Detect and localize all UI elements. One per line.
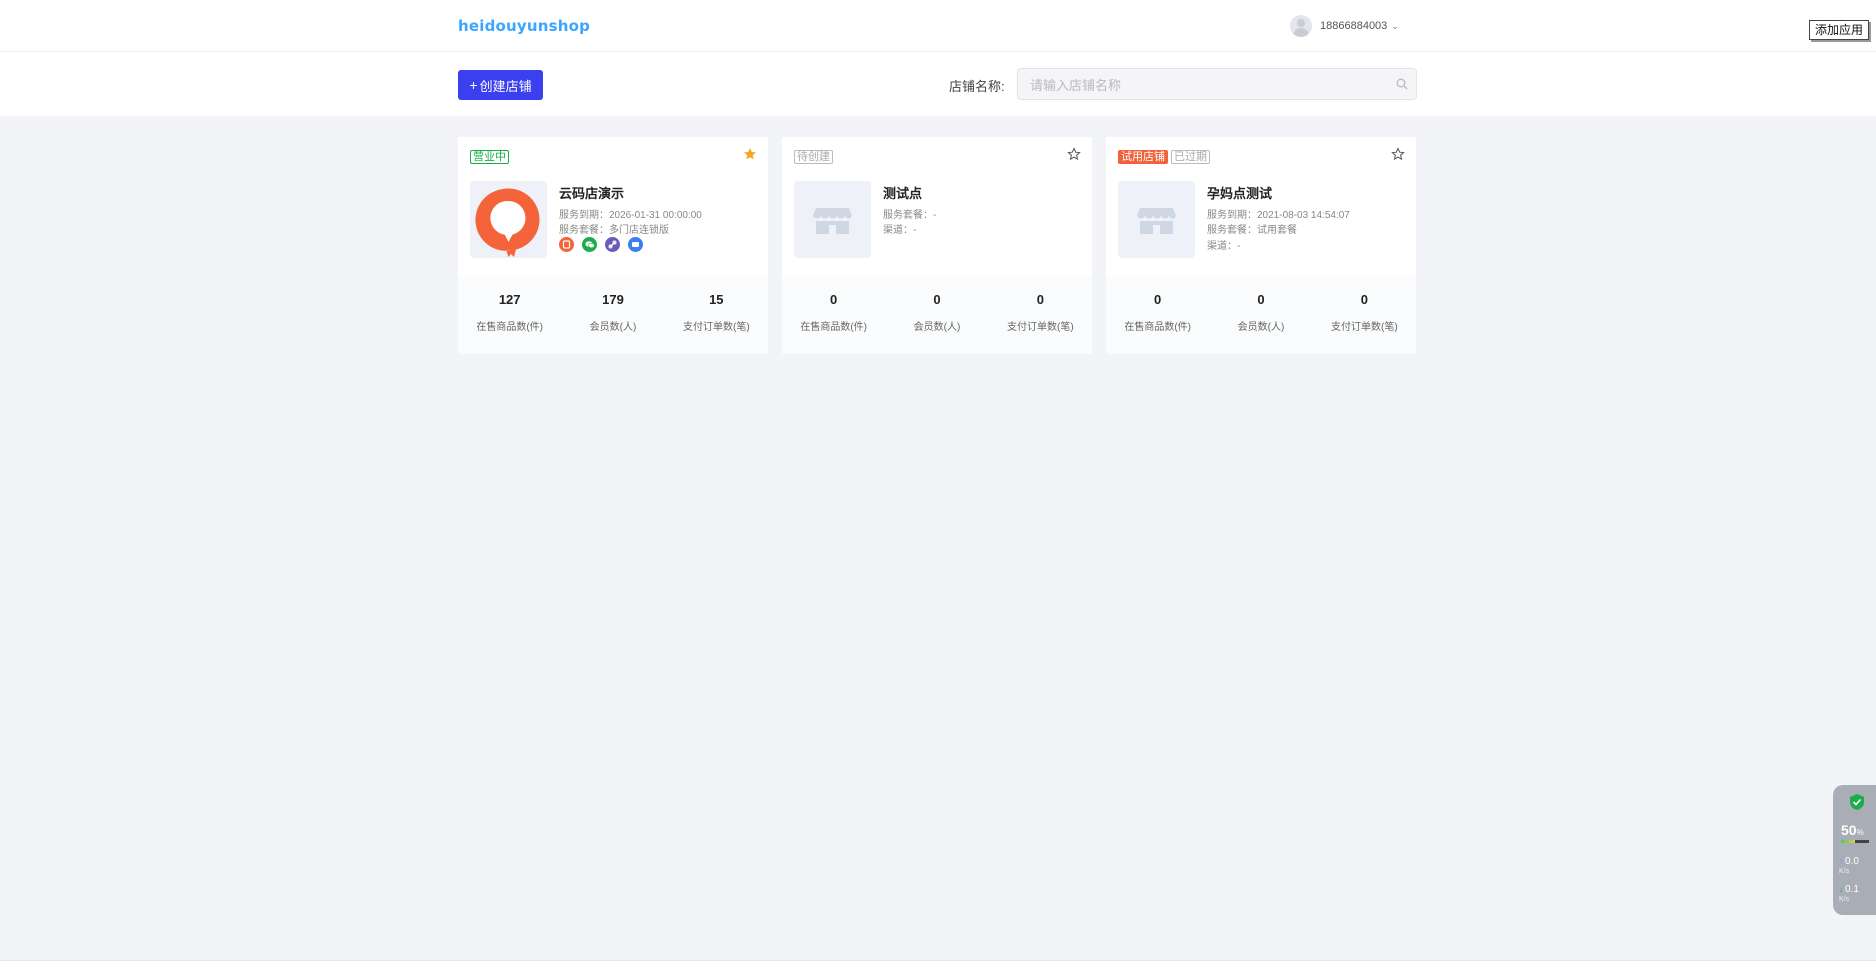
- wechat-icon: [582, 237, 597, 252]
- search-icon[interactable]: [1396, 78, 1408, 90]
- brand-logo[interactable]: heidouyunshop: [458, 17, 590, 35]
- channel-icons: [559, 237, 643, 252]
- system-monitor-widget[interactable]: 50% ↑ 0.0 K/s ↓ 0.1 K/s: [1833, 785, 1876, 915]
- stat-label: 会员数(人): [589, 322, 637, 333]
- store-logo: [470, 181, 547, 258]
- stat-value: 0: [1036, 292, 1044, 307]
- top-header: heidouyunshop 18866884003 ⌄ 添加应用: [0, 0, 1876, 52]
- status-badge: 待创建: [794, 150, 833, 164]
- add-app-tooltip: 添加应用: [1809, 20, 1870, 40]
- service-expiry: 服务到期：2021-08-03 14:54:07: [1207, 210, 1350, 221]
- star-outline-icon[interactable]: [1391, 147, 1405, 161]
- stat-label: 支付订单数(笔): [1330, 322, 1398, 333]
- bottom-scrollbar[interactable]: [0, 960, 1876, 976]
- memory-bar: [1841, 840, 1869, 843]
- plus-icon: +: [469, 77, 478, 93]
- stat-products: 0 在售商品数(件): [1106, 277, 1209, 354]
- shield-check-icon: [1850, 794, 1864, 810]
- channel: 渠道：-: [1207, 241, 1241, 252]
- store-stats: 0 在售商品数(件) 0 会员数(人) 0 支付订单数(笔): [1106, 277, 1416, 354]
- up-arrow-icon: ↑: [1839, 857, 1843, 866]
- memory-bar-fill: [1841, 840, 1855, 843]
- service-plan: 服务套餐：多门店连锁版: [559, 225, 669, 236]
- download-unit: K/s: [1839, 896, 1850, 903]
- search-field: [1017, 68, 1417, 101]
- stat-label: 在售商品数(件): [476, 322, 543, 333]
- stat-value: 127: [498, 292, 521, 307]
- search-input[interactable]: [1028, 69, 1392, 101]
- user-phone: 18866884003: [1320, 20, 1388, 32]
- stat-label: 会员数(人): [913, 322, 961, 333]
- avatar: [1290, 15, 1312, 37]
- chevron-down-icon: ⌄: [1391, 20, 1399, 31]
- stat-value: 0: [933, 292, 941, 307]
- stat-products: 0 在售商品数(件): [782, 277, 885, 354]
- store-logo-icon: [475, 188, 540, 257]
- service-expiry: 服务到期：2026-01-31 00:00:00: [559, 210, 702, 221]
- stat-value: 0: [830, 292, 838, 307]
- stat-orders: 0 支付订单数(笔): [989, 277, 1092, 354]
- upload-speed: ↑ 0.0 K/s: [1839, 857, 1859, 877]
- download-speed: ↓ 0.1 K/s: [1839, 885, 1859, 905]
- store-card[interactable]: 试用店铺 已过期 孕妈点测试 服务到期：2021-08-03 14:54:07 …: [1106, 137, 1416, 354]
- create-store-button[interactable]: + 创建店铺: [458, 70, 543, 100]
- star-filled-icon[interactable]: [743, 147, 757, 161]
- stat-members: 0 会员数(人): [1209, 277, 1312, 354]
- stat-value: 0: [1257, 292, 1265, 307]
- stat-value: 179: [602, 292, 624, 307]
- toolbar: + 创建店铺 店铺名称:: [0, 52, 1876, 116]
- status-badge: 营业中: [470, 150, 509, 164]
- store-name[interactable]: 云码店演示: [559, 183, 624, 202]
- service-plan: 服务套餐：-: [883, 210, 937, 221]
- store-name[interactable]: 孕妈点测试: [1207, 183, 1272, 202]
- stat-label: 会员数(人): [1237, 322, 1285, 333]
- store-name[interactable]: 测试点: [883, 183, 922, 202]
- store-card[interactable]: 待创建 测试点 服务套餐：- 渠道：- 0 在售商品数(件) 0 会员数(人) …: [782, 137, 1092, 354]
- stat-value: 0: [1154, 292, 1162, 307]
- h5-icon: [559, 237, 574, 252]
- stat-orders: 15 支付订单数(笔): [665, 277, 768, 354]
- stat-label: 支付订单数(笔): [1006, 322, 1074, 333]
- expired-badge: 已过期: [1171, 150, 1210, 164]
- create-store-label: 创建店铺: [479, 78, 532, 94]
- upload-value: 0.0: [1845, 856, 1859, 867]
- stat-orders: 0 支付订单数(笔): [1313, 277, 1416, 354]
- channel: 渠道：-: [883, 225, 917, 236]
- store-tags: 待创建: [794, 150, 833, 164]
- memory-percent-unit: %: [1856, 828, 1864, 837]
- download-value: 0.1: [1845, 884, 1859, 895]
- memory-percent: 50: [1841, 822, 1857, 838]
- stat-members: 179 会员数(人): [561, 277, 664, 354]
- memory-usage: 50%: [1841, 822, 1864, 838]
- storefront-icon: [1137, 208, 1176, 234]
- stat-value: 15: [709, 292, 724, 307]
- stat-members: 0 会员数(人): [885, 277, 988, 354]
- stat-label: 支付订单数(笔): [682, 322, 750, 333]
- store-logo: [1118, 181, 1195, 258]
- search-label: 店铺名称:: [949, 79, 1005, 94]
- link-icon: [605, 237, 620, 252]
- store-logo: [794, 181, 871, 258]
- stat-products: 127 在售商品数(件): [458, 277, 561, 354]
- down-arrow-icon: ↓: [1839, 885, 1843, 894]
- store-card[interactable]: 营业中 云码店演示 服务到期：2026-01-31 00:00:00 服务套餐：…: [458, 137, 768, 354]
- service-plan: 服务套餐：试用套餐: [1207, 225, 1297, 236]
- stat-value: 0: [1360, 292, 1368, 307]
- user-menu[interactable]: 18866884003 ⌄: [1290, 14, 1399, 38]
- storefront-icon: [813, 208, 852, 234]
- trial-badge: 试用店铺: [1118, 150, 1168, 164]
- message-icon: [628, 237, 643, 252]
- store-stats: 127 在售商品数(件) 179 会员数(人) 15 支付订单数(笔): [458, 277, 768, 354]
- store-tags: 试用店铺 已过期: [1118, 150, 1210, 164]
- upload-unit: K/s: [1839, 868, 1850, 875]
- star-outline-icon[interactable]: [1067, 147, 1081, 161]
- store-stats: 0 在售商品数(件) 0 会员数(人) 0 支付订单数(笔): [782, 277, 1092, 354]
- stat-label: 在售商品数(件): [1124, 322, 1191, 333]
- stat-label: 在售商品数(件): [800, 322, 867, 333]
- store-tags: 营业中: [470, 150, 509, 164]
